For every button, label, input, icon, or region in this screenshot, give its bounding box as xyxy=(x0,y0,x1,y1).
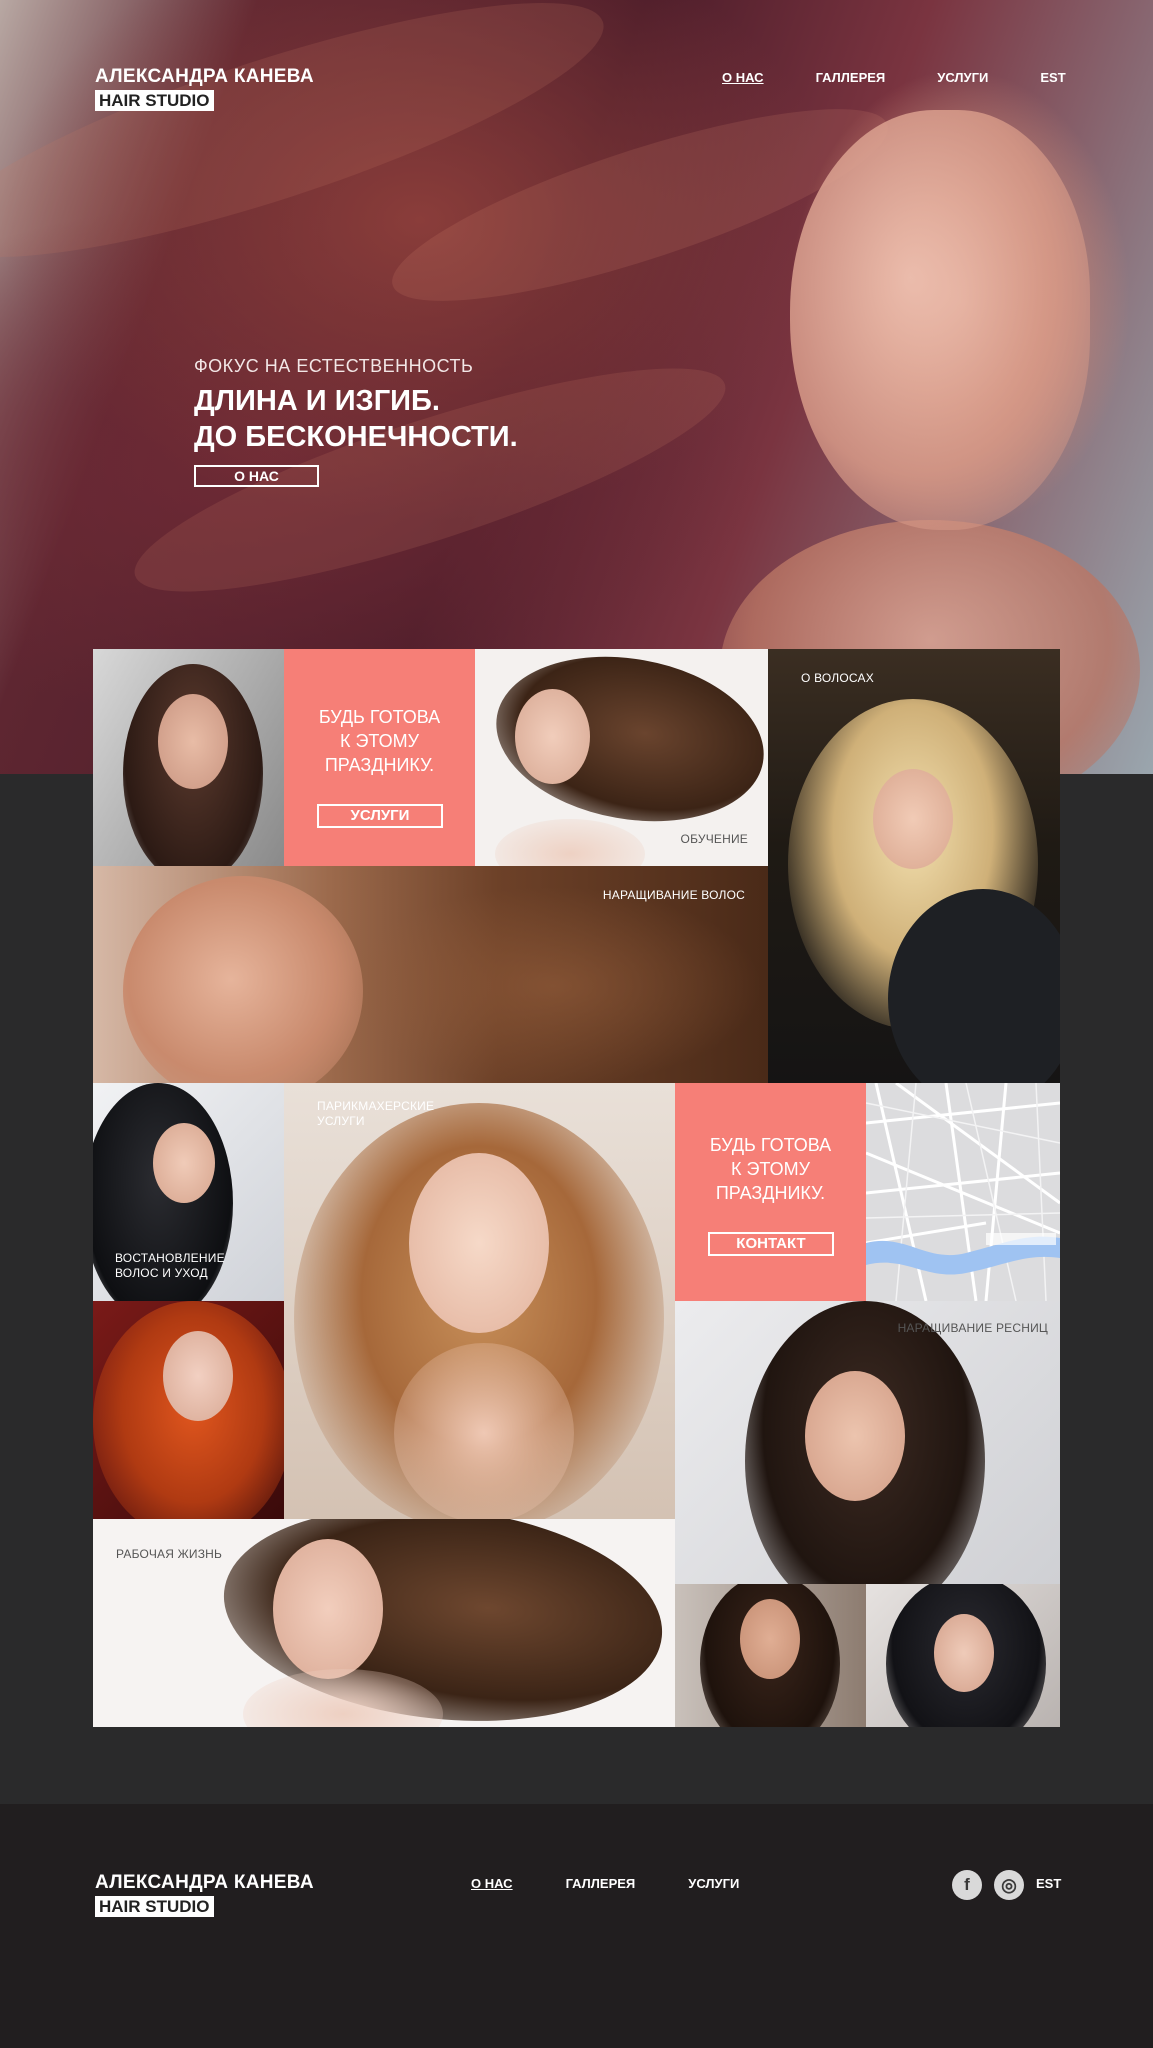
promo-contact-button[interactable]: КОНТАКТ xyxy=(708,1232,834,1256)
hero-text: ФОКУС НА ЕСТЕСТВЕННОСТЬ ДЛИНА И ИЗГИБ. Д… xyxy=(194,356,518,487)
gallery-photo-blonde[interactable]: О ВОЛОСАХ xyxy=(768,649,1060,1083)
promo-contact: БУДЬ ГОТОВА К ЭТОМУ ПРАЗДНИКУ. КОНТАКТ xyxy=(675,1083,866,1301)
nav-lang-switch[interactable]: EST xyxy=(1040,70,1065,85)
nav-item-about[interactable]: О НАС xyxy=(722,70,764,85)
gallery-photo-restoration[interactable]: ВОСТАНОВЛЕНИЕ ВОЛОС И УХОД xyxy=(93,1083,284,1301)
label-about-hair: О ВОЛОСАХ xyxy=(801,671,874,685)
label-work-life: РАБОЧАЯ ЖИЗНЬ xyxy=(116,1547,223,1561)
brand-logo[interactable]: АЛЕКСАНДРА КАНЕВА HAIR STUDIO xyxy=(95,66,314,111)
gallery-photo-redhead[interactable] xyxy=(93,1301,284,1519)
promo-line-2: К ЭТОМУ xyxy=(339,731,420,751)
gallery-photo-dark-hair[interactable] xyxy=(675,1584,866,1727)
instagram-icon[interactable]: ◎ xyxy=(994,1870,1024,1900)
label-hairdressing-2: УСЛУГИ xyxy=(317,1114,365,1128)
location-map[interactable] xyxy=(866,1083,1060,1301)
gallery-photo-work-life[interactable]: РАБОЧАЯ ЖИЗНЬ xyxy=(93,1519,675,1727)
footer-nav: О НАС ГАЛЛЕРЕЯ УСЛУГИ xyxy=(471,1876,792,1891)
map-streets xyxy=(866,1083,1060,1301)
promo-line-3: ПРАЗДНИКУ. xyxy=(715,1183,826,1203)
footer-nav-services[interactable]: УСЛУГИ xyxy=(688,1876,739,1891)
label-restoration-1: ВОСТАНОВЛЕНИЕ xyxy=(115,1251,225,1265)
gallery-photo-brunette[interactable] xyxy=(93,649,284,866)
brand-name: АЛЕКСАНДРА КАНЕВА xyxy=(95,66,314,87)
promo-line-1: БУДЬ ГОТОВА xyxy=(318,707,441,727)
facebook-icon[interactable]: f xyxy=(952,1870,982,1900)
label-hairdressing-1: ПАРИКМАХЕРСКИЕ xyxy=(317,1099,435,1113)
main-nav: О НАС ГАЛЛЕРЕЯ УСЛУГИ EST xyxy=(670,70,1066,85)
hero-headline-1: ДЛИНА И ИЗГИБ. xyxy=(194,385,440,417)
brand-tagline: HAIR STUDIO xyxy=(95,90,214,111)
promo-line-3: ПРАЗДНИКУ. xyxy=(324,755,435,775)
footer-lang-switch[interactable]: EST xyxy=(1036,1876,1061,1891)
footer-brand-logo[interactable]: АЛЕКСАНДРА КАНЕВА HAIR STUDIO xyxy=(95,1872,314,1917)
gallery-photo-extensions[interactable]: НАРАЩИВАНИЕ ВОЛОС xyxy=(93,866,768,1083)
hero-model-face xyxy=(790,110,1090,530)
label-restoration-2: ВОЛОС И УХОД xyxy=(115,1266,208,1280)
nav-item-services[interactable]: УСЛУГИ xyxy=(937,70,988,85)
promo-services-button[interactable]: УСЛУГИ xyxy=(317,804,443,828)
hero-about-button[interactable]: О НАС xyxy=(194,465,319,487)
promo-line-1: БУДЬ ГОТОВА xyxy=(709,1135,832,1155)
gallery-photo-training[interactable]: ОБУЧЕНИЕ xyxy=(475,649,768,866)
hero-kicker: ФОКУС НА ЕСТЕСТВЕННОСТЬ xyxy=(194,356,474,376)
footer-brand-tagline: HAIR STUDIO xyxy=(95,1896,214,1917)
nav-item-gallery[interactable]: ГАЛЛЕРЕЯ xyxy=(816,70,886,85)
promo-services: БУДЬ ГОТОВА К ЭТОМУ ПРАЗДНИКУ. УСЛУГИ xyxy=(284,649,475,866)
label-extensions: НАРАЩИВАНИЕ ВОЛОС xyxy=(602,888,745,902)
label-training: ОБУЧЕНИЕ xyxy=(680,832,748,846)
label-lashes: НАРАЩИВАНИЕ РЕСНИЦ xyxy=(897,1321,1048,1335)
footer-nav-about[interactable]: О НАС xyxy=(471,1876,513,1891)
footer xyxy=(0,1804,1153,2048)
promo-line-2: К ЭТОМУ xyxy=(730,1159,811,1179)
gallery-photo-curls[interactable]: ПАРИКМАХЕРСКИЕ УСЛУГИ xyxy=(284,1083,675,1519)
gallery-photo-bangs[interactable] xyxy=(866,1584,1060,1727)
footer-brand-name: АЛЕКСАНДРА КАНЕВА xyxy=(95,1872,314,1893)
footer-nav-gallery[interactable]: ГАЛЛЕРЕЯ xyxy=(566,1876,636,1891)
gallery-photo-lashes[interactable]: НАРАЩИВАНИЕ РЕСНИЦ xyxy=(675,1301,1060,1584)
hero-headline-2: ДО БЕСКОНЕЧНОСТИ. xyxy=(194,421,518,453)
